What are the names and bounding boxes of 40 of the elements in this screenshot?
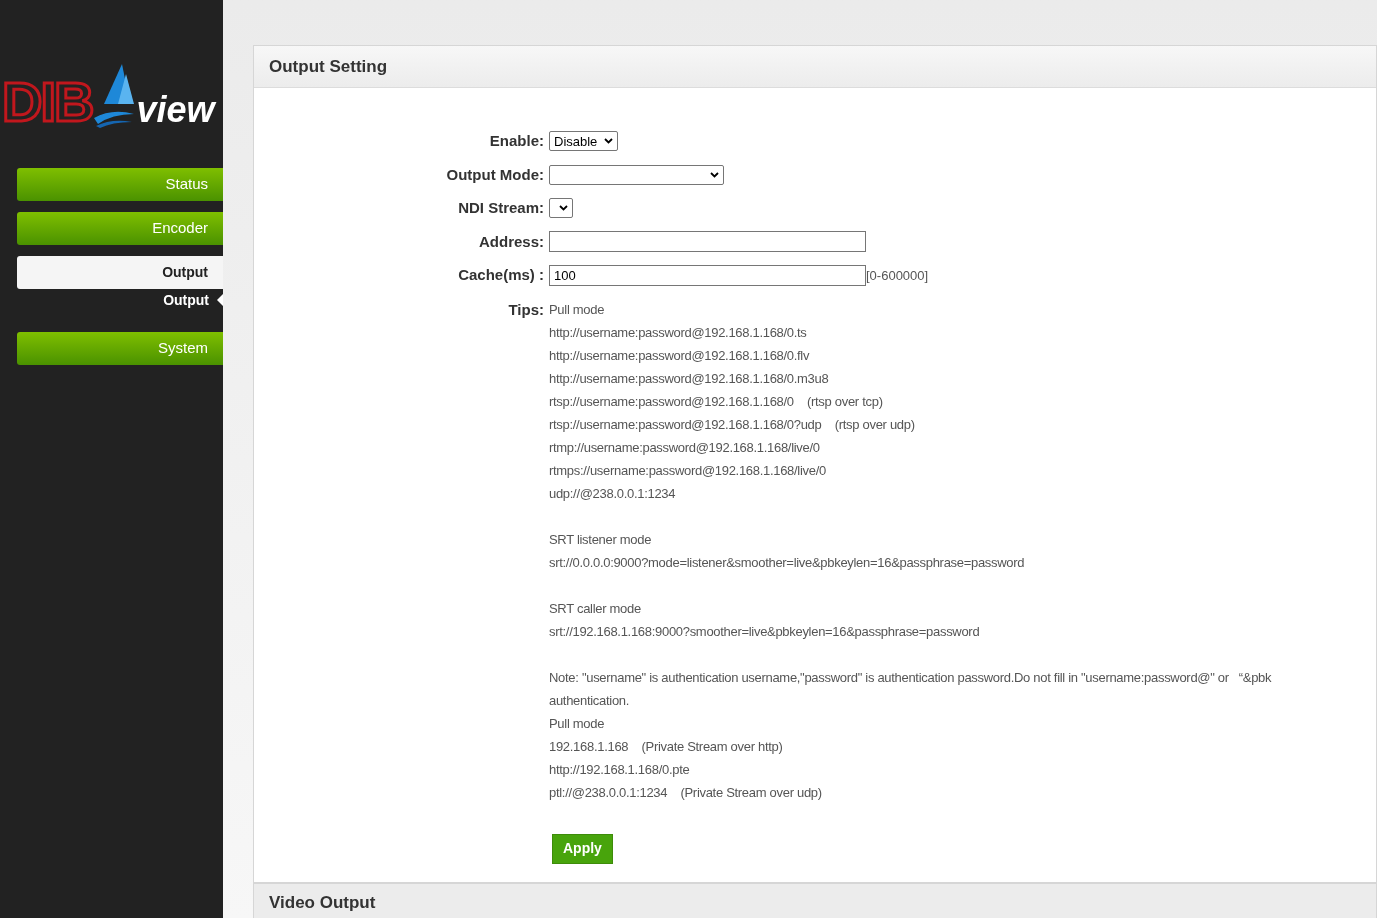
tip-text: authentication. <box>549 691 631 710</box>
input-field[interactable] <box>549 231 866 253</box>
field-label: Tips: <box>508 299 544 320</box>
tip-text: Note: "username" is authentication username,"password" is authentication password.Do not fill in "username:password@" or “&pbk <box>549 668 1272 687</box>
panel-title: Output Setting <box>269 55 388 78</box>
nav-item[interactable]: Output <box>17 256 223 289</box>
panel-title: Video Output <box>269 892 376 915</box>
tip-text: http://192.168.1.168/0.pte <box>549 760 691 779</box>
tip-text: udp://@238.0.0.1:1234 <box>549 484 677 503</box>
tip-text: rtsp://username:password@192.168.1.168/0 (rtsp over tcp) <box>549 392 884 411</box>
tip-text: SRT listener mode <box>549 530 653 549</box>
tip-text: ptl://@238.0.0.1:1234 (Private Stream over udp) <box>549 783 823 802</box>
tip-text: http://username:password@192.168.1.168/0.m3u8 <box>549 369 830 388</box>
logo-text: DIB <box>2 74 93 130</box>
tip-text: Pull mode <box>549 714 606 733</box>
sail-icon <box>92 64 137 128</box>
tip-text: srt://0.0.0.0:9000?mode=listener&smoother=live&pbkeylen=16&passphrase=password <box>549 553 1026 572</box>
tip-text: SRT caller mode <box>549 599 642 618</box>
tip-text: 192.168.1.168 (Private Stream over http) <box>549 737 784 756</box>
chevron-icon <box>559 205 568 212</box>
nav-subitem[interactable]: Output <box>163 289 209 311</box>
tip-text: rtsp://username:password@192.168.1.168/0?udp (rtsp over udp) <box>549 415 916 434</box>
logo-text: view <box>136 90 215 130</box>
range-hint: [0-600000] <box>866 266 929 285</box>
tip-text: Pull mode <box>549 300 606 319</box>
chevron-icon <box>710 171 719 178</box>
dropdown[interactable]: Disable <box>549 131 618 152</box>
field-label: NDI Stream: <box>458 198 544 218</box>
field-label: Address: <box>478 231 544 252</box>
chevron-icon <box>604 138 613 145</box>
tip-text: http://username:password@192.168.1.168/0.ts <box>549 323 808 342</box>
field-label: Output Mode: <box>446 164 544 185</box>
tip-text: rtmps://username:password@192.168.1.168/live/0 <box>549 461 827 480</box>
tip-text: rtmp://username:password@192.168.1.168/live/0 <box>549 438 821 457</box>
dropdown[interactable] <box>549 198 573 219</box>
tip-text: http://username:password@192.168.1.168/0.flv <box>549 346 811 365</box>
tip-text: srt://192.168.1.168:9000?smoother=live&pbkeylen=16&passphrase=password <box>549 622 981 641</box>
field-label: Enable: <box>489 131 544 151</box>
field-label: Cache(ms) : <box>458 265 544 285</box>
input-field[interactable]: 100 <box>549 264 866 286</box>
